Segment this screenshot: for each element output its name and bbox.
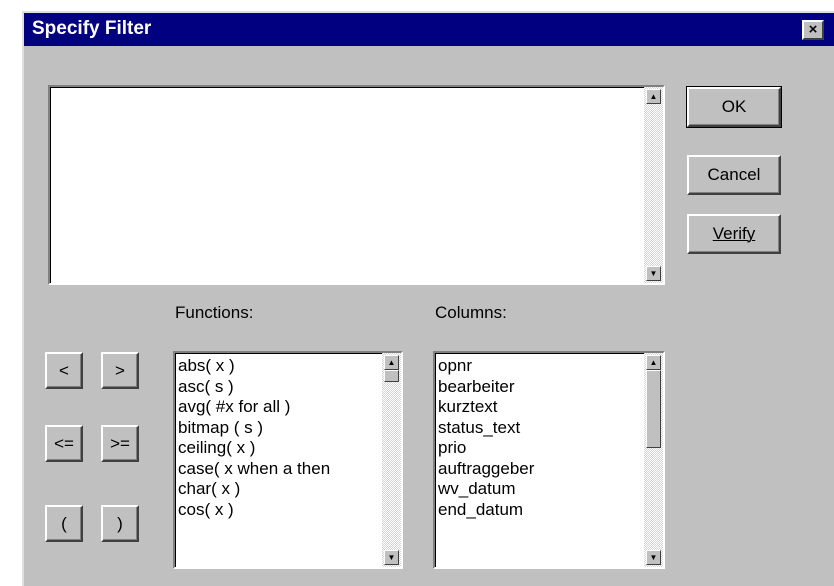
functions-listbox[interactable]: abs( x ) asc( s ) avg( #x for all ) bitm… <box>173 351 403 569</box>
scroll-down-arrow-icon[interactable]: ▼ <box>646 550 661 565</box>
close-paren-button[interactable]: ) <box>101 505 139 542</box>
column-item[interactable]: auftraggeber <box>438 459 640 480</box>
scroll-down-arrow-icon[interactable]: ▼ <box>384 550 399 565</box>
column-item[interactable]: kurztext <box>438 397 640 418</box>
close-button[interactable]: × <box>802 20 824 40</box>
function-item[interactable]: bitmap ( s ) <box>178 418 378 439</box>
column-item[interactable]: end_datum <box>438 500 640 521</box>
filter-expression-textarea[interactable]: ▲ ▼ <box>48 85 665 285</box>
function-item[interactable]: asc( s ) <box>178 377 378 398</box>
functions-label: Functions: <box>175 303 254 322</box>
scroll-up-arrow-icon[interactable]: ▲ <box>646 89 661 104</box>
greater-than-button[interactable]: > <box>101 352 139 389</box>
expression-scrollbar[interactable]: ▲ ▼ <box>644 87 663 283</box>
column-item[interactable]: wv_datum <box>438 479 640 500</box>
column-item[interactable]: status_text <box>438 418 640 439</box>
function-item[interactable]: char( x ) <box>178 479 378 500</box>
dialog-title: Specify Filter <box>32 18 152 39</box>
less-than-button[interactable]: < <box>45 352 83 389</box>
columns-listbox[interactable]: opnr bearbeiter kurztext status_text pri… <box>433 351 665 569</box>
scroll-up-arrow-icon[interactable]: ▲ <box>384 355 399 370</box>
greater-equal-button[interactable]: >= <box>101 425 139 462</box>
ok-button[interactable]: OK <box>686 86 782 128</box>
function-item[interactable]: case( x when a then <box>178 459 378 480</box>
function-item[interactable]: ceiling( x ) <box>178 438 378 459</box>
scroll-up-arrow-icon[interactable]: ▲ <box>646 355 661 370</box>
column-item[interactable]: opnr <box>438 356 640 377</box>
open-paren-button[interactable]: ( <box>45 505 83 542</box>
columns-list: opnr bearbeiter kurztext status_text pri… <box>438 356 640 520</box>
specify-filter-dialog: Specify Filter × ▲ ▼ OK Cancel Verify Fu… <box>22 11 834 586</box>
functions-scrollbar[interactable]: ▲ ▼ <box>382 353 401 567</box>
columns-scrollbar[interactable]: ▲ ▼ <box>644 353 663 567</box>
cancel-button[interactable]: Cancel <box>687 155 781 195</box>
verify-button[interactable]: Verify <box>687 214 781 254</box>
title-bar: Specify Filter × <box>24 13 834 46</box>
function-item[interactable]: abs( x ) <box>178 356 378 377</box>
function-item[interactable]: cos( x ) <box>178 500 378 521</box>
function-item[interactable]: avg( #x for all ) <box>178 397 378 418</box>
column-item[interactable]: bearbeiter <box>438 377 640 398</box>
columns-scroll-thumb[interactable] <box>646 370 661 448</box>
functions-scroll-thumb[interactable] <box>384 370 399 382</box>
column-item[interactable]: prio <box>438 438 640 459</box>
less-equal-button[interactable]: <= <box>45 425 83 462</box>
columns-label: Columns: <box>435 303 507 322</box>
scroll-down-arrow-icon[interactable]: ▼ <box>646 266 661 281</box>
functions-list: abs( x ) asc( s ) avg( #x for all ) bitm… <box>178 356 378 520</box>
